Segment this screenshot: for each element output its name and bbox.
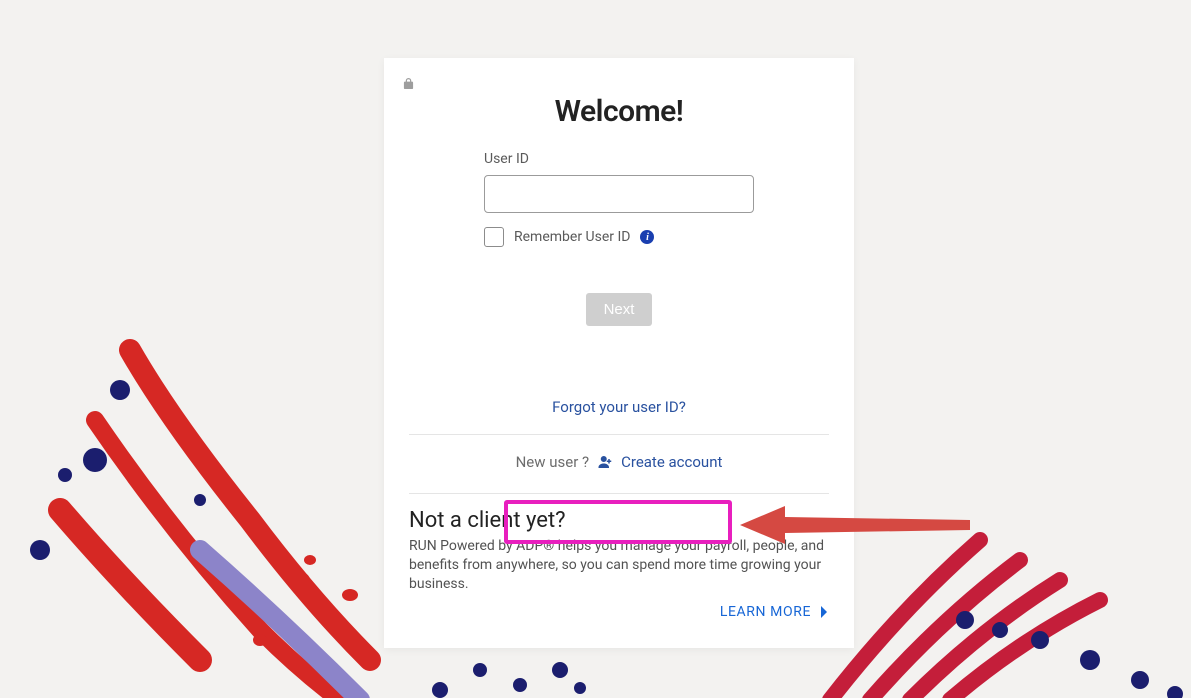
promo-section: Not a client yet? RUN Powered by ADP® he… <box>409 508 829 620</box>
learn-more-link[interactable]: LEARN MORE <box>409 604 829 620</box>
next-button[interactable]: Next <box>586 293 653 326</box>
promo-body: RUN Powered by ADP® helps you manage you… <box>409 537 829 594</box>
divider <box>409 493 829 494</box>
create-account-label: Create account <box>621 453 722 471</box>
user-plus-icon <box>597 455 615 469</box>
learn-more-label: LEARN MORE <box>720 604 811 620</box>
divider <box>409 434 829 435</box>
chevron-right-icon <box>819 606 829 618</box>
forgot-user-id-link[interactable]: Forgot your user ID? <box>552 398 686 416</box>
new-user-row: New user ? Create account <box>516 453 723 471</box>
user-id-label: User ID <box>484 151 754 167</box>
create-account-link[interactable]: Create account <box>597 453 722 471</box>
new-user-text: New user ? <box>516 453 590 471</box>
login-form: User ID Remember User ID i Next <box>484 151 754 326</box>
lock-icon <box>403 77 414 90</box>
user-id-input[interactable] <box>484 175 754 213</box>
remember-checkbox[interactable] <box>484 227 504 247</box>
remember-label: Remember User ID <box>514 229 630 245</box>
login-card: Welcome! User ID Remember User ID i Next… <box>384 58 854 648</box>
page-title: Welcome! <box>555 94 684 129</box>
promo-title: Not a client yet? <box>409 508 829 533</box>
info-icon[interactable]: i <box>640 230 654 244</box>
